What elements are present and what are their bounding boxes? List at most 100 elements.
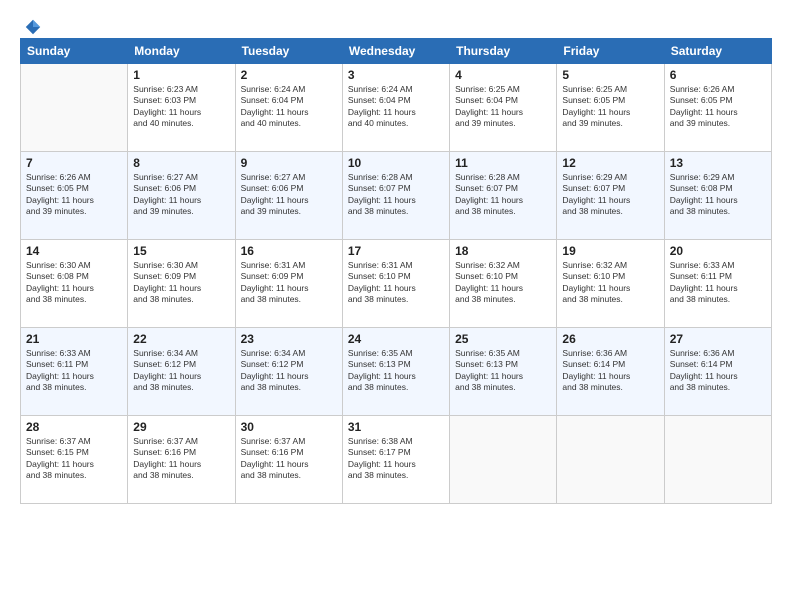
- day-number: 27: [670, 332, 766, 346]
- calendar-cell: 18 Sunrise: 6:32 AM Sunset: 6:10 PM Dayli…: [450, 240, 557, 328]
- day-info: Sunrise: 6:26 AM Sunset: 6:05 PM Dayligh…: [670, 84, 766, 130]
- day-number: 25: [455, 332, 551, 346]
- calendar-cell: 11Sunrise: 6:28 AM Sunset: 6:07 PM Dayli…: [450, 152, 557, 240]
- calendar-cell: 22 Sunrise: 6:34 AM Sunset: 6:12 PM Dayli…: [128, 328, 235, 416]
- logo: [20, 18, 44, 30]
- calendar-week-row: 1 Sunrise: 6:23 AM Sunset: 6:03 PM Daylig…: [21, 64, 772, 152]
- day-info: Sunrise: 6:38 AM Sunset: 6:17 PM Dayligh…: [348, 436, 444, 482]
- calendar-week-row: 7 Sunrise: 6:26 AM Sunset: 6:05 PM Daylig…: [21, 152, 772, 240]
- header: [20, 18, 772, 30]
- day-info: Sunrise: 6:32 AM Sunset: 6:10 PM Dayligh…: [455, 260, 551, 306]
- calendar-cell: 9 Sunrise: 6:27 AM Sunset: 6:06 PM Daylig…: [235, 152, 342, 240]
- calendar-cell: 30Sunrise: 6:37 AM Sunset: 6:16 PM Dayli…: [235, 416, 342, 504]
- day-info: Sunrise: 6:30 AM Sunset: 6:09 PM Dayligh…: [133, 260, 229, 306]
- calendar-week-row: 14Sunrise: 6:30 AM Sunset: 6:08 PM Dayli…: [21, 240, 772, 328]
- calendar-cell: 27Sunrise: 6:36 AM Sunset: 6:14 PM Dayli…: [664, 328, 771, 416]
- calendar-cell: 10 Sunrise: 6:28 AM Sunset: 6:07 PM Dayli…: [342, 152, 449, 240]
- col-header-monday: Monday: [128, 39, 235, 64]
- day-number: 5: [562, 68, 658, 82]
- day-number: 29: [133, 420, 229, 434]
- calendar-cell: 31Sunrise: 6:38 AM Sunset: 6:17 PM Dayli…: [342, 416, 449, 504]
- day-info: Sunrise: 6:37 AM Sunset: 6:15 PM Dayligh…: [26, 436, 122, 482]
- day-number: 16: [241, 244, 337, 258]
- calendar-cell: 6 Sunrise: 6:26 AM Sunset: 6:05 PM Daylig…: [664, 64, 771, 152]
- calendar-cell: 29 Sunrise: 6:37 AM Sunset: 6:16 PM Dayli…: [128, 416, 235, 504]
- col-header-friday: Friday: [557, 39, 664, 64]
- logo-flag-icon: [24, 18, 42, 36]
- calendar-cell: 17 Sunrise: 6:31 AM Sunset: 6:10 PM Dayli…: [342, 240, 449, 328]
- day-info: Sunrise: 6:32 AM Sunset: 6:10 PM Dayligh…: [562, 260, 658, 306]
- day-info: Sunrise: 6:29 AM Sunset: 6:07 PM Dayligh…: [562, 172, 658, 218]
- calendar-cell: 16 Sunrise: 6:31 AM Sunset: 6:09 PM Dayli…: [235, 240, 342, 328]
- calendar-cell: [450, 416, 557, 504]
- day-number: 2: [241, 68, 337, 82]
- day-info: Sunrise: 6:23 AM Sunset: 6:03 PM Dayligh…: [133, 84, 229, 130]
- calendar-cell: 15 Sunrise: 6:30 AM Sunset: 6:09 PM Dayli…: [128, 240, 235, 328]
- day-info: Sunrise: 6:28 AM Sunset: 6:07 PM Dayligh…: [455, 172, 551, 218]
- day-number: 14: [26, 244, 122, 258]
- day-number: 13: [670, 156, 766, 170]
- day-number: 6: [670, 68, 766, 82]
- calendar-week-row: 28 Sunrise: 6:37 AM Sunset: 6:15 PM Dayli…: [21, 416, 772, 504]
- calendar-cell: 3Sunrise: 6:24 AM Sunset: 6:04 PM Daylig…: [342, 64, 449, 152]
- col-header-tuesday: Tuesday: [235, 39, 342, 64]
- day-info: Sunrise: 6:27 AM Sunset: 6:06 PM Dayligh…: [133, 172, 229, 218]
- day-number: 17: [348, 244, 444, 258]
- day-info: Sunrise: 6:31 AM Sunset: 6:09 PM Dayligh…: [241, 260, 337, 306]
- calendar-cell: 5 Sunrise: 6:25 AM Sunset: 6:05 PM Daylig…: [557, 64, 664, 152]
- calendar-cell: 24 Sunrise: 6:35 AM Sunset: 6:13 PM Dayli…: [342, 328, 449, 416]
- calendar-cell: [557, 416, 664, 504]
- day-info: Sunrise: 6:25 AM Sunset: 6:04 PM Dayligh…: [455, 84, 551, 130]
- day-number: 18: [455, 244, 551, 258]
- day-number: 26: [562, 332, 658, 346]
- day-info: Sunrise: 6:37 AM Sunset: 6:16 PM Dayligh…: [133, 436, 229, 482]
- calendar-week-row: 21Sunrise: 6:33 AM Sunset: 6:11 PM Dayli…: [21, 328, 772, 416]
- day-info: Sunrise: 6:24 AM Sunset: 6:04 PM Dayligh…: [241, 84, 337, 130]
- day-info: Sunrise: 6:34 AM Sunset: 6:12 PM Dayligh…: [133, 348, 229, 394]
- day-info: Sunrise: 6:27 AM Sunset: 6:06 PM Dayligh…: [241, 172, 337, 218]
- day-number: 15: [133, 244, 229, 258]
- day-number: 20: [670, 244, 766, 258]
- calendar-cell: 8 Sunrise: 6:27 AM Sunset: 6:06 PM Daylig…: [128, 152, 235, 240]
- day-number: 8: [133, 156, 229, 170]
- day-info: Sunrise: 6:25 AM Sunset: 6:05 PM Dayligh…: [562, 84, 658, 130]
- day-info: Sunrise: 6:29 AM Sunset: 6:08 PM Dayligh…: [670, 172, 766, 218]
- calendar-cell: 28 Sunrise: 6:37 AM Sunset: 6:15 PM Dayli…: [21, 416, 128, 504]
- day-info: Sunrise: 6:33 AM Sunset: 6:11 PM Dayligh…: [670, 260, 766, 306]
- calendar-table: SundayMondayTuesdayWednesdayThursdayFrid…: [20, 38, 772, 504]
- calendar-cell: [21, 64, 128, 152]
- calendar-cell: [664, 416, 771, 504]
- col-header-saturday: Saturday: [664, 39, 771, 64]
- day-number: 9: [241, 156, 337, 170]
- calendar-cell: 21Sunrise: 6:33 AM Sunset: 6:11 PM Dayli…: [21, 328, 128, 416]
- day-info: Sunrise: 6:36 AM Sunset: 6:14 PM Dayligh…: [562, 348, 658, 394]
- day-number: 28: [26, 420, 122, 434]
- calendar-cell: 13 Sunrise: 6:29 AM Sunset: 6:08 PM Dayli…: [664, 152, 771, 240]
- calendar-cell: 14Sunrise: 6:30 AM Sunset: 6:08 PM Dayli…: [21, 240, 128, 328]
- calendar-cell: 12 Sunrise: 6:29 AM Sunset: 6:07 PM Dayli…: [557, 152, 664, 240]
- day-number: 10: [348, 156, 444, 170]
- calendar-cell: 25Sunrise: 6:35 AM Sunset: 6:13 PM Dayli…: [450, 328, 557, 416]
- calendar-cell: 26 Sunrise: 6:36 AM Sunset: 6:14 PM Dayli…: [557, 328, 664, 416]
- day-number: 12: [562, 156, 658, 170]
- day-number: 23: [241, 332, 337, 346]
- col-header-thursday: Thursday: [450, 39, 557, 64]
- day-info: Sunrise: 6:31 AM Sunset: 6:10 PM Dayligh…: [348, 260, 444, 306]
- calendar-cell: 1 Sunrise: 6:23 AM Sunset: 6:03 PM Daylig…: [128, 64, 235, 152]
- day-number: 7: [26, 156, 122, 170]
- calendar-cell: 19Sunrise: 6:32 AM Sunset: 6:10 PM Dayli…: [557, 240, 664, 328]
- calendar-cell: 2 Sunrise: 6:24 AM Sunset: 6:04 PM Daylig…: [235, 64, 342, 152]
- day-number: 1: [133, 68, 229, 82]
- col-header-sunday: Sunday: [21, 39, 128, 64]
- day-info: Sunrise: 6:35 AM Sunset: 6:13 PM Dayligh…: [348, 348, 444, 394]
- day-info: Sunrise: 6:37 AM Sunset: 6:16 PM Dayligh…: [241, 436, 337, 482]
- day-info: Sunrise: 6:28 AM Sunset: 6:07 PM Dayligh…: [348, 172, 444, 218]
- calendar-cell: 4Sunrise: 6:25 AM Sunset: 6:04 PM Daylig…: [450, 64, 557, 152]
- calendar-header-row: SundayMondayTuesdayWednesdayThursdayFrid…: [21, 39, 772, 64]
- page: SundayMondayTuesdayWednesdayThursdayFrid…: [0, 0, 792, 612]
- day-number: 22: [133, 332, 229, 346]
- day-number: 24: [348, 332, 444, 346]
- day-info: Sunrise: 6:26 AM Sunset: 6:05 PM Dayligh…: [26, 172, 122, 218]
- day-info: Sunrise: 6:34 AM Sunset: 6:12 PM Dayligh…: [241, 348, 337, 394]
- day-number: 21: [26, 332, 122, 346]
